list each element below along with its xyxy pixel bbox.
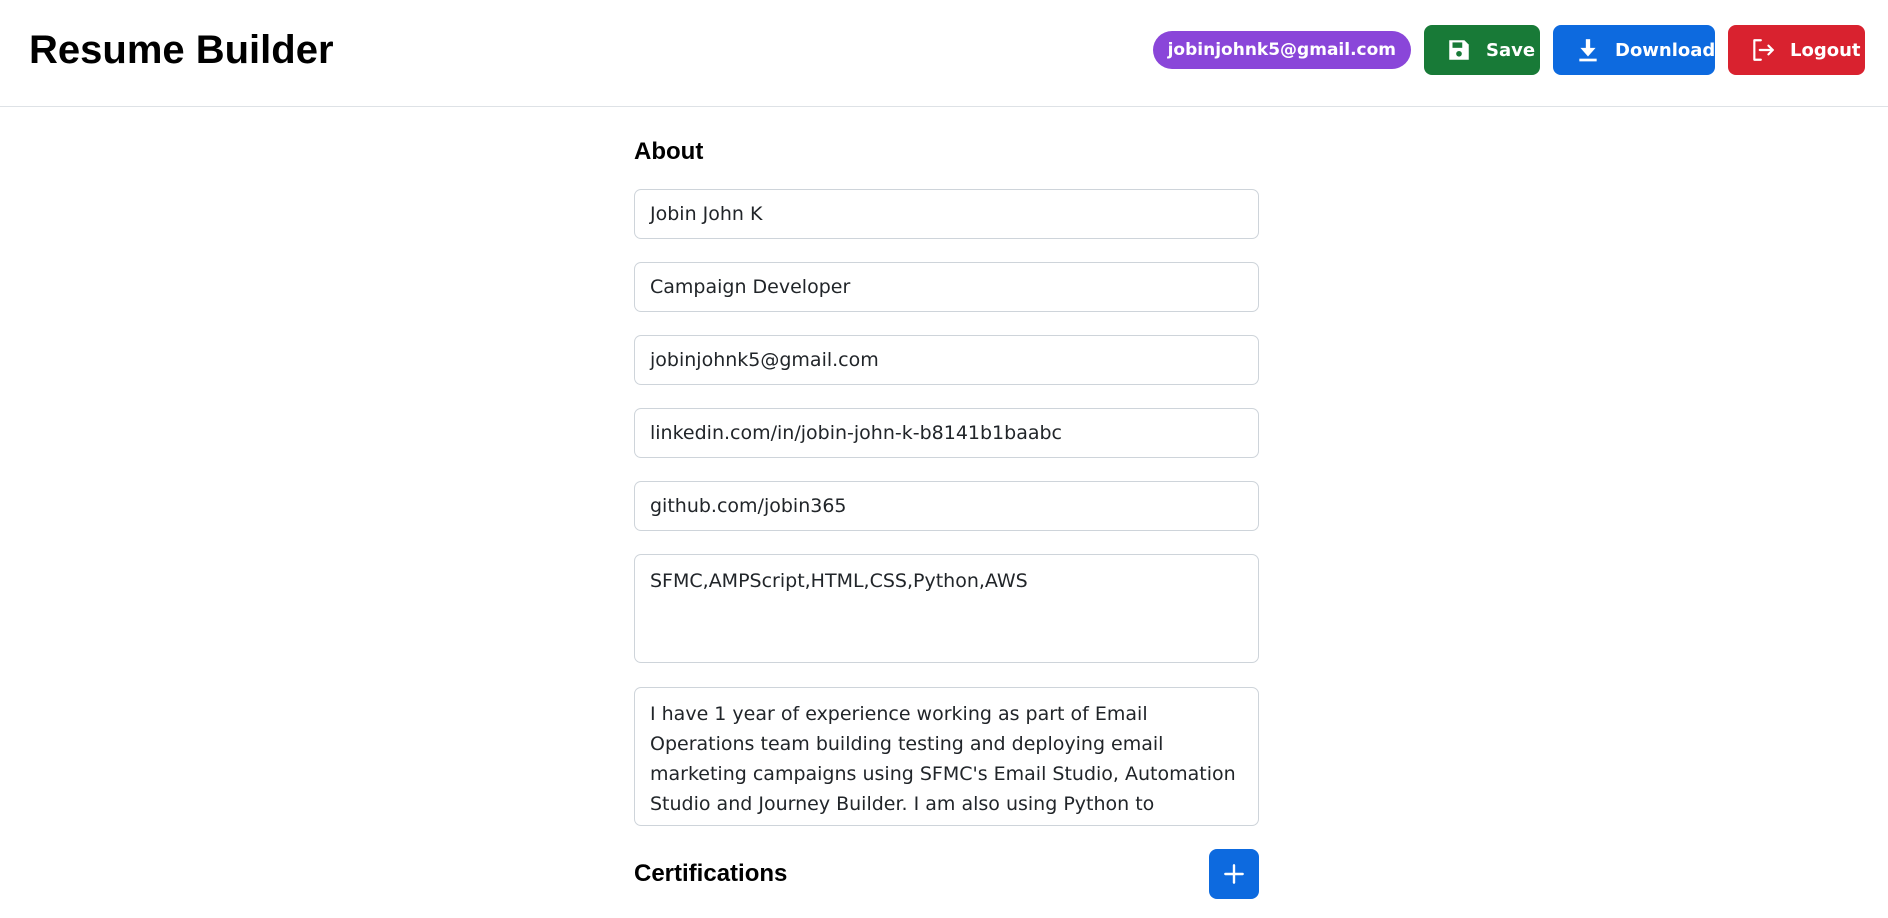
app-title: Resume Builder <box>29 28 334 72</box>
download-icon <box>1575 37 1601 63</box>
user-email-badge: jobinjohnk5@gmail.com <box>1152 31 1411 69</box>
add-certification-button[interactable] <box>1209 849 1259 899</box>
logout-button-label: Logout <box>1790 39 1861 61</box>
github-input[interactable]: github.com/jobin365 <box>634 481 1259 531</box>
floppy-disk-icon <box>1446 37 1472 63</box>
linkedin-input[interactable]: linkedin.com/in/jobin-john-k-b8141b1baab… <box>634 408 1259 458</box>
save-button[interactable]: Save <box>1424 25 1540 75</box>
email-input[interactable]: jobinjohnk5@gmail.com <box>634 335 1259 385</box>
role-input[interactable]: Campaign Developer <box>634 262 1259 312</box>
download-button[interactable]: Download <box>1553 25 1715 75</box>
plus-icon <box>1221 861 1247 887</box>
logout-icon <box>1750 37 1776 63</box>
summary-textarea[interactable]: I have 1 year of experience working as p… <box>634 687 1259 826</box>
certifications-heading: Certifications <box>634 860 788 887</box>
save-button-label: Save <box>1486 39 1536 61</box>
header-actions: jobinjohnk5@gmail.com Save Download Logo… <box>1152 25 1865 75</box>
app-header: Resume Builder jobinjohnk5@gmail.com Sav… <box>0 0 1888 107</box>
skills-textarea[interactable]: SFMC,AMPScript,HTML,CSS,Python,AWS <box>634 554 1259 663</box>
logout-button[interactable]: Logout <box>1728 25 1865 75</box>
name-input[interactable]: Jobin John K <box>634 189 1259 239</box>
download-button-label: Download <box>1615 39 1716 61</box>
about-heading: About <box>634 138 704 165</box>
